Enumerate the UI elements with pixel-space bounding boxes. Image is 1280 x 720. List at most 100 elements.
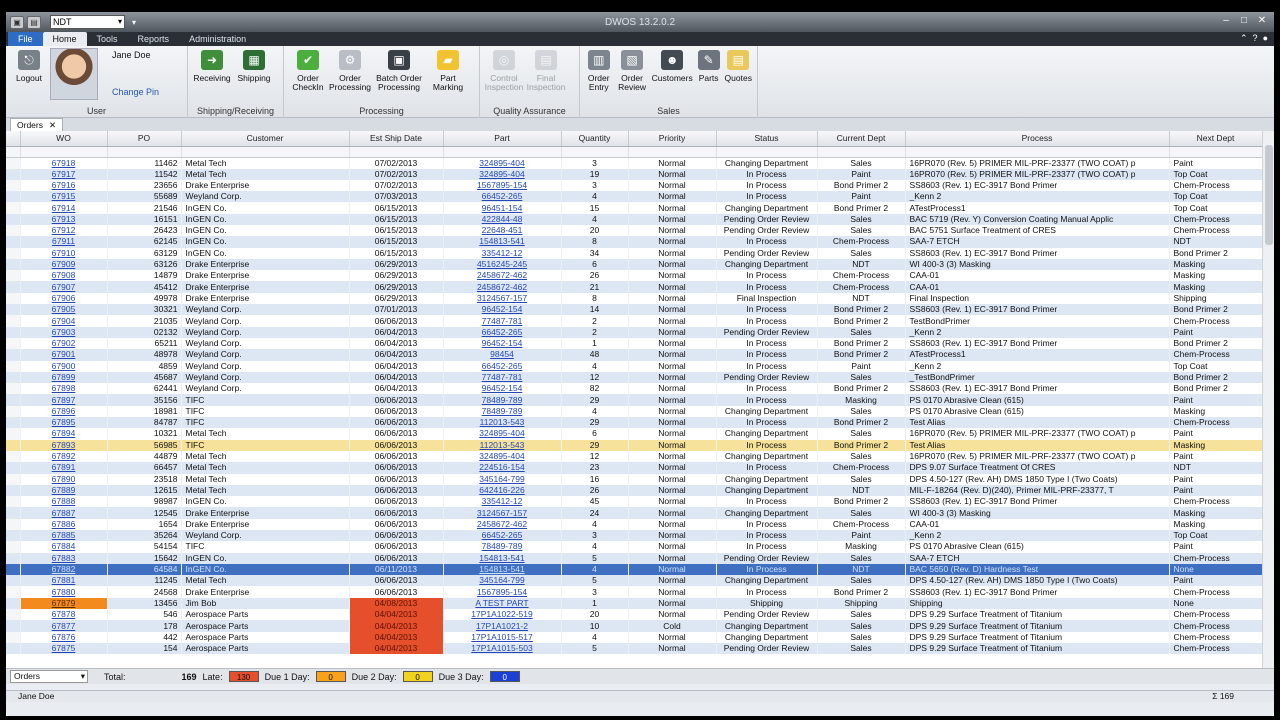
cell-part[interactable]: 4516245-245 <box>443 258 562 271</box>
cell-wo[interactable]: 67878 <box>20 609 108 621</box>
cell-wo[interactable]: 67890 <box>20 473 108 485</box>
row-indicator[interactable] <box>6 258 21 271</box>
row-indicator[interactable] <box>6 496 21 508</box>
table-row[interactable]: 67895 84787 TIFC 06/06/2013 112013-543 29 Norm… <box>6 417 1263 429</box>
app-menu-icon[interactable]: ▣ <box>10 15 24 29</box>
cell-wo[interactable]: 67893 <box>20 439 108 451</box>
cell-wo[interactable]: 67883 <box>20 552 108 564</box>
collapse-ribbon-icon[interactable]: ⌃ <box>1240 33 1248 44</box>
row-indicator[interactable] <box>6 202 21 214</box>
cell-part[interactable]: 96452-154 <box>443 337 562 350</box>
cell-wo[interactable]: 67908 <box>20 270 108 282</box>
filter-icon[interactable] <box>6 146 21 158</box>
cell-part[interactable]: 98454 <box>443 349 562 361</box>
cell-wo[interactable]: 67887 <box>20 507 108 519</box>
col-header-status[interactable]: Status <box>716 131 818 147</box>
cell-part[interactable]: 335412-12 <box>443 247 562 259</box>
table-row[interactable]: 67875 154 Aerospace Parts 04/04/2013 17P1A10… <box>6 642 1263 655</box>
cell-wo[interactable]: 67876 <box>20 631 108 643</box>
order-review-button[interactable]: ▧ Order Review <box>616 48 647 92</box>
row-indicator[interactable] <box>6 439 21 451</box>
cell-part[interactable]: 642416-226 <box>443 484 562 497</box>
table-row[interactable]: 67885 35264 Weyland Corp. 06/06/2013 66452-2… <box>6 530 1263 542</box>
cell-part[interactable]: 2458672-462 <box>443 270 562 282</box>
cell-part[interactable]: 345164-799 <box>443 575 562 587</box>
row-indicator[interactable] <box>6 281 21 293</box>
parts-button[interactable]: ✎ Parts <box>697 48 721 83</box>
table-row[interactable]: 67892 44879 Metal Tech 06/06/2013 324895-404… <box>6 450 1263 463</box>
cell-wo[interactable]: 67904 <box>20 315 108 327</box>
table-row[interactable]: 67887 12545 Drake Enterprise 06/06/2013 3124… <box>6 507 1263 519</box>
col-header-process[interactable]: Process <box>905 131 1170 147</box>
cell-part[interactable]: 66452-265 <box>443 191 562 203</box>
table-row[interactable]: 67881 11245 Metal Tech 06/06/2013 345164-799… <box>6 575 1263 587</box>
cell-part[interactable]: 345164-799 <box>443 473 562 485</box>
row-indicator[interactable] <box>6 236 21 248</box>
table-row[interactable]: 67912 26423 InGEN Co. 06/15/2013 22648-451 20… <box>6 224 1263 237</box>
col-header-next-dept[interactable]: Next Dept <box>1169 131 1263 147</box>
cell-part[interactable]: 324895-404 <box>443 157 562 169</box>
tab-home[interactable]: Home <box>42 32 87 46</box>
table-row[interactable]: 67899 45687 Weyland Corp. 06/04/2013 77487-7… <box>6 371 1263 384</box>
table-row[interactable]: 67898 62441 Weyland Corp. 06/04/2013 96452-1… <box>6 383 1263 395</box>
cell-part[interactable]: 3124567-157 <box>443 292 562 305</box>
row-indicator[interactable] <box>6 642 21 655</box>
table-row[interactable]: 67917 11542 Metal Tech 07/02/2013 324895-404… <box>6 168 1263 180</box>
vertical-scrollbar[interactable] <box>1262 131 1274 668</box>
col-header-est-ship-date[interactable]: Est Ship Date <box>349 131 444 147</box>
col-header-priority[interactable]: Priority <box>628 131 717 147</box>
cell-part[interactable]: 96452-154 <box>443 383 562 395</box>
cell-wo[interactable]: 67918 <box>20 157 108 169</box>
cell-part[interactable]: 96452-154 <box>443 304 562 316</box>
row-indicator[interactable] <box>6 450 21 463</box>
table-row[interactable]: 67902 65211 Weyland Corp. 06/04/2013 96452-1… <box>6 337 1263 350</box>
cell-wo[interactable]: 67885 <box>20 530 108 542</box>
cell-wo[interactable]: 67905 <box>20 304 108 316</box>
table-row[interactable]: 67915 55689 Weyland Corp. 07/03/2013 66452-2… <box>6 191 1263 203</box>
cell-wo[interactable]: 67891 <box>20 462 108 474</box>
receiving-button[interactable]: ➜ Receiving <box>193 48 231 83</box>
row-indicator[interactable] <box>6 360 21 372</box>
logout-button[interactable]: ⎋ Logout <box>10 48 48 83</box>
shipping-button[interactable]: ▦ Shipping <box>235 48 273 83</box>
table-row[interactable]: 67918 11462 Metal Tech 07/02/2013 324895-404… <box>6 157 1263 169</box>
view-select[interactable]: Orders ▾ <box>10 670 88 683</box>
cell-wo[interactable]: 67897 <box>20 394 108 406</box>
row-indicator[interactable] <box>6 337 21 350</box>
cell-part[interactable]: 324895-404 <box>443 428 562 440</box>
cell-part[interactable]: 1567895-154 <box>443 179 562 192</box>
table-row[interactable]: 67906 49978 Drake Enterprise 06/29/2013 3124… <box>6 292 1263 305</box>
tab-orders[interactable]: Orders ✕ <box>10 118 64 131</box>
table-row[interactable]: 67905 30321 Weyland Corp. 07/01/2013 96452-1… <box>6 304 1263 316</box>
cell-part[interactable]: 96451-154 <box>443 202 562 214</box>
cell-wo[interactable]: 67898 <box>20 383 108 395</box>
help-icon[interactable]: ? <box>1253 33 1258 44</box>
filter-cell[interactable] <box>905 146 1170 158</box>
cell-wo[interactable]: 67906 <box>20 292 108 305</box>
row-indicator[interactable] <box>6 304 21 316</box>
close-tab-icon[interactable]: ✕ <box>49 119 56 131</box>
row-indicator[interactable] <box>6 224 21 237</box>
row-indicator[interactable] <box>6 428 21 440</box>
change-pin-link[interactable]: Change Pin <box>112 87 159 97</box>
save-icon[interactable]: ▤ <box>27 15 41 29</box>
cell-part[interactable]: 112013-543 <box>443 417 562 429</box>
row-indicator[interactable] <box>6 394 21 406</box>
row-indicator[interactable] <box>6 507 21 519</box>
cell-part[interactable]: 66452-265 <box>443 530 562 542</box>
table-row[interactable]: 67893 56985 TIFC 06/06/2013 112013-543 29 Norm… <box>6 439 1263 451</box>
cell-wo[interactable]: 67900 <box>20 360 108 372</box>
col-header-current-dept[interactable]: Current Dept <box>817 131 906 147</box>
filter-cell[interactable] <box>1169 146 1263 158</box>
cell-part[interactable]: 22648-451 <box>443 224 562 237</box>
row-indicator[interactable] <box>6 586 21 598</box>
table-row[interactable]: 67913 16151 InGEN Co. 06/15/2013 422844-48 4 N… <box>6 213 1263 225</box>
cell-part[interactable]: 78489-789 <box>443 405 562 418</box>
filter-cell[interactable] <box>817 146 906 158</box>
row-indicator[interactable] <box>6 552 21 564</box>
filter-cell[interactable] <box>181 146 350 158</box>
cell-part[interactable]: 17P1A1021-2 <box>443 620 562 632</box>
cell-part[interactable]: 324895-404 <box>443 168 562 180</box>
cell-part[interactable]: 77487-781 <box>443 371 562 384</box>
col-header-quantity[interactable]: Quantity <box>561 131 629 147</box>
